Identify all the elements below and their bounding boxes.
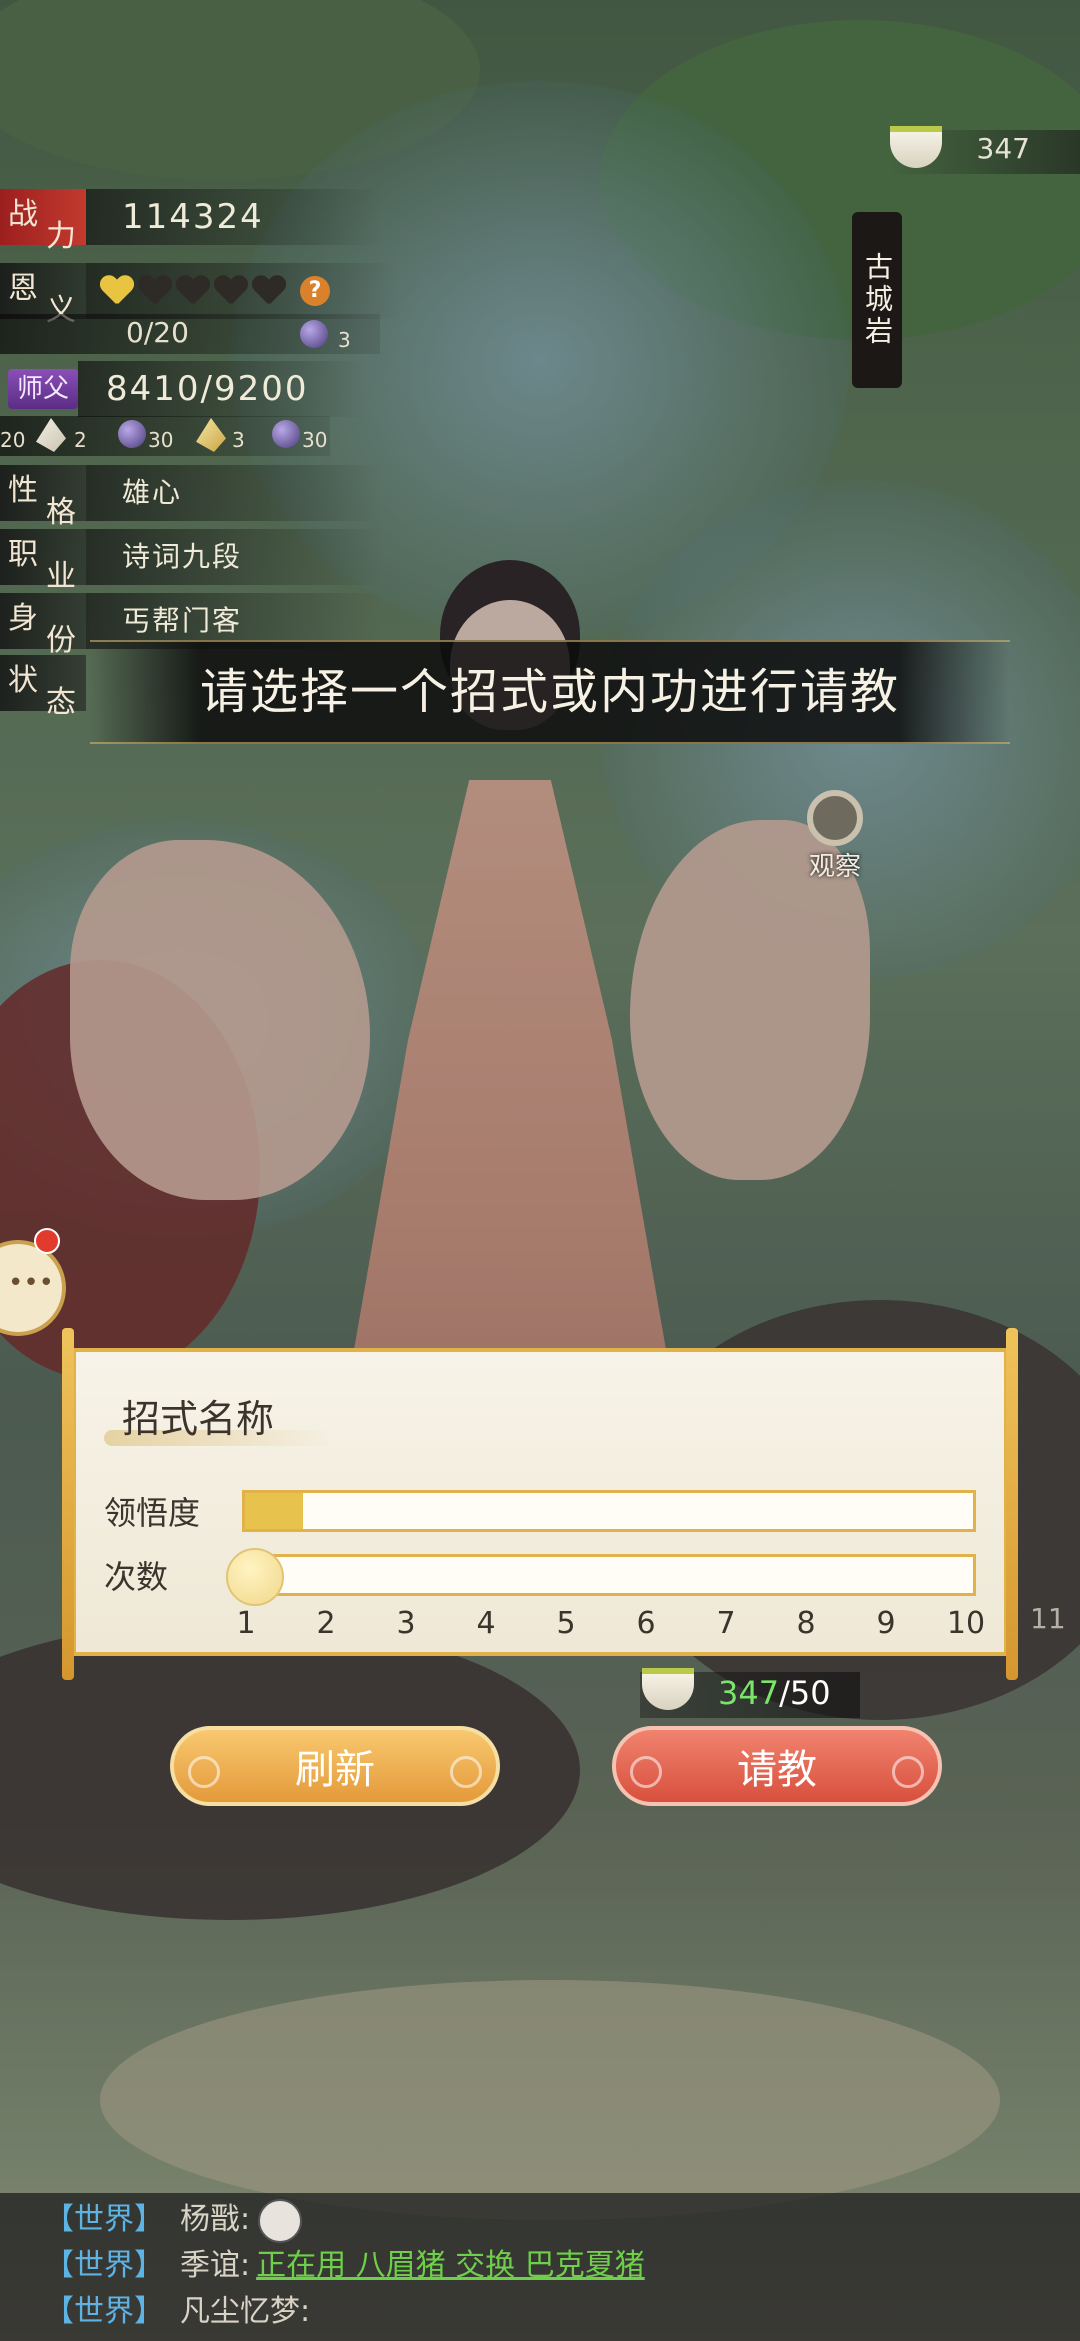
count-label: 次数	[104, 1558, 169, 1596]
cost-have: 347	[718, 1674, 780, 1712]
tick-label: 5	[556, 1606, 576, 1641]
tick-label: 11	[1030, 1602, 1066, 1635]
tick-label: 2	[316, 1606, 336, 1641]
observe-button[interactable]: 观察	[800, 790, 870, 883]
skill-name: 招式名称	[122, 1397, 275, 1441]
refresh-button[interactable]: 刷新	[170, 1726, 500, 1806]
master-row: 师父 8410/9200	[0, 358, 366, 420]
gem-count: 3	[338, 328, 351, 352]
profession-row: 职业 诗词九段	[0, 526, 382, 594]
tea-bowl-icon	[890, 126, 942, 168]
items-row: 20 2 30 3 30	[0, 416, 330, 456]
chat-line: 【世界】 杨戬:	[44, 2197, 303, 2243]
gem-icon	[272, 420, 300, 448]
favor-progress: 0/20	[126, 316, 189, 349]
count-slider-knob[interactable]	[226, 1548, 284, 1606]
favor-row: 恩义 ?	[0, 260, 400, 328]
heart-icon	[100, 276, 134, 306]
heart-icon	[138, 276, 172, 306]
comprehension-fill	[245, 1493, 304, 1529]
help-icon[interactable]: ?	[300, 276, 330, 306]
tick-label: 10	[946, 1606, 986, 1641]
crying-emoji-icon	[258, 2198, 303, 2243]
favor-progress-row: 0/20 3	[0, 314, 380, 354]
tick-label: 7	[716, 1606, 736, 1641]
tick-label: 9	[876, 1606, 896, 1641]
personality-value: 雄心	[86, 465, 382, 521]
gem-icon	[118, 420, 146, 448]
item-count: 2	[74, 428, 87, 452]
cost-display: 347/50	[640, 1668, 860, 1718]
notification-dot	[34, 1228, 60, 1254]
ask-button[interactable]: 请教	[612, 1726, 942, 1806]
chat-link[interactable]: 正在用 八眉猪 交换 巴克夏猪	[256, 2248, 645, 2283]
profession-value: 诗词九段	[86, 529, 382, 585]
tick-label: 3	[396, 1606, 416, 1641]
instruction-banner: 请选择一个招式或内功进行请教	[90, 640, 1010, 744]
combat-power-value: 114324	[86, 189, 382, 245]
feather-icon	[36, 418, 66, 452]
item-count: 20	[0, 428, 26, 452]
count-ticks: 1 2 3 4 5 6 7 8 9 10	[226, 1606, 1026, 1646]
personality-row: 性格 雄心	[0, 462, 382, 530]
comprehension-bar	[242, 1490, 976, 1532]
tick-label: 8	[796, 1606, 816, 1641]
favor-hearts: ?	[86, 263, 400, 319]
item-count: 30	[148, 428, 174, 452]
combat-power-row: 战力 114324	[0, 186, 382, 254]
master-tag: 师父	[8, 369, 78, 409]
item-count: 3	[232, 428, 245, 452]
tea-count: 347	[976, 132, 1030, 165]
heart-icon	[176, 276, 210, 306]
feather-gold-icon	[196, 418, 226, 452]
gem-icon	[300, 320, 328, 348]
skill-panel: 招式名称 领悟度 次数 1 2 3 4 5 6 7 8 9 10	[62, 1328, 1018, 1680]
tea-counter: 347	[890, 126, 1080, 174]
master-value: 8410/9200	[78, 361, 366, 417]
count-slider-track[interactable]	[242, 1554, 976, 1596]
comprehension-label: 领悟度	[104, 1494, 201, 1532]
name-banner: 古城岩	[852, 212, 902, 388]
chat-log[interactable]: 【世界】 杨戬: 【世界】 季谊: 正在用 八眉猪 交换 巴克夏猪 【世界】 凡尘忆梦:	[0, 2193, 1080, 2341]
item-count: 30	[302, 428, 328, 452]
cost-need: /50	[779, 1674, 831, 1712]
heart-icon	[214, 276, 248, 306]
tea-bowl-icon	[642, 1668, 694, 1710]
tick-label: 6	[636, 1606, 656, 1641]
observe-label: 观察	[808, 852, 861, 882]
chat-line: 【世界】 凡尘忆梦:	[44, 2294, 311, 2329]
heart-icon	[252, 276, 286, 306]
chat-line: 【世界】 季谊: 正在用 八眉猪 交换 巴克夏猪	[44, 2248, 645, 2283]
tick-label: 4	[476, 1606, 496, 1641]
eye-icon	[807, 790, 863, 846]
tick-label: 1	[236, 1606, 256, 1641]
status-row: 状态	[0, 652, 86, 720]
